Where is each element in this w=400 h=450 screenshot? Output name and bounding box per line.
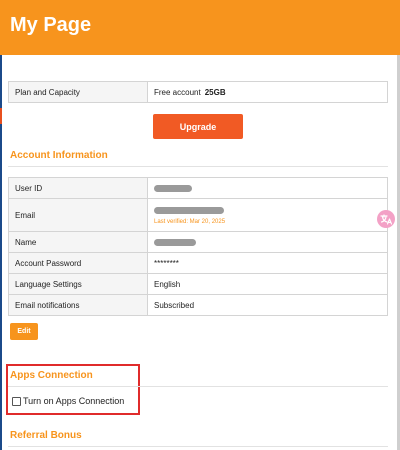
plan-value: Free account — [154, 87, 201, 97]
plan-row: Plan and Capacity Free account 25GB — [8, 81, 388, 103]
left-edge-accent — [0, 108, 2, 124]
password-label: Account Password — [8, 252, 148, 274]
page-title: My Page — [10, 14, 92, 36]
apps-connection-checkbox[interactable] — [12, 396, 21, 406]
upgrade-button[interactable]: Upgrade — [153, 114, 243, 139]
account-information-table: User ID Email Last verified: Mar 20, 202… — [8, 177, 388, 316]
user-id-label: User ID — [8, 177, 148, 199]
plan-label: Plan and Capacity — [8, 81, 148, 103]
table-row: Email notifications Subscribed — [8, 294, 388, 316]
my-page: My Page Plan and Capacity Free account 25… — [0, 0, 400, 450]
redacted-name — [154, 238, 196, 246]
password-value: ******** — [147, 252, 388, 274]
edit-button[interactable]: Edit — [10, 323, 38, 340]
table-row: User ID — [8, 177, 388, 199]
redacted-user-id — [154, 184, 192, 192]
account-information-divider — [8, 166, 388, 167]
plan-capacity: 25GB — [204, 87, 226, 97]
referral-bonus-divider — [8, 446, 388, 447]
email-notifications-value: Subscribed — [147, 294, 388, 316]
language-value: English — [147, 273, 388, 295]
plan-value-cell: Free account 25GB — [147, 81, 388, 103]
table-row: Name — [8, 231, 388, 253]
email-verified-note: Last verified: Mar 20, 2025 — [154, 218, 226, 225]
account-information-title: Account Information — [10, 150, 108, 161]
email-label: Email — [8, 198, 148, 232]
translate-icon[interactable] — [377, 210, 395, 228]
apps-connection-divider — [8, 386, 388, 387]
apps-connection-label: Turn on Apps Connection — [23, 396, 125, 406]
referral-bonus-title: Referral Bonus — [10, 430, 82, 441]
email-notifications-label: Email notifications — [8, 294, 148, 316]
email-value: Last verified: Mar 20, 2025 — [147, 198, 388, 232]
name-label: Name — [8, 231, 148, 253]
name-value — [147, 231, 388, 253]
language-label: Language Settings — [8, 273, 148, 295]
translate-glyph — [380, 214, 393, 225]
table-row: Email Last verified: Mar 20, 2025 — [8, 198, 388, 232]
table-row: Account Password ******** — [8, 252, 388, 274]
user-id-value — [147, 177, 388, 199]
apps-connection-toggle[interactable]: Turn on Apps Connection — [12, 396, 124, 406]
plan-table: Plan and Capacity Free account 25GB — [8, 81, 388, 103]
page-header: My Page — [0, 0, 400, 55]
redacted-email — [154, 206, 224, 214]
apps-connection-title: Apps Connection — [10, 370, 93, 381]
table-row: Language Settings English — [8, 273, 388, 295]
